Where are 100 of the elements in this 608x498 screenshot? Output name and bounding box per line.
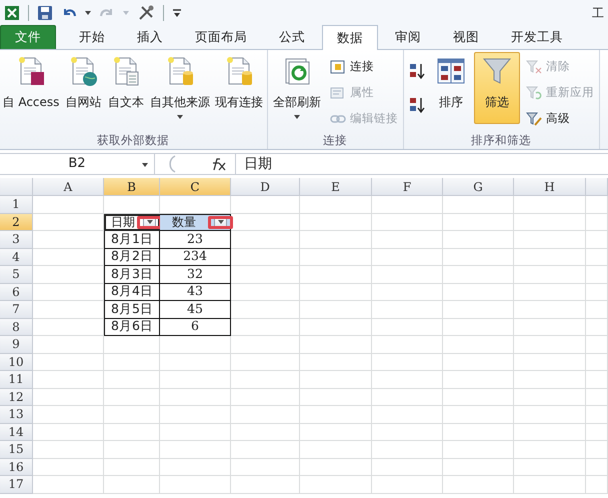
grid-cell[interactable] (300, 248, 372, 266)
grid-cell[interactable] (514, 388, 586, 406)
grid-cell[interactable] (586, 336, 608, 354)
grid-cell[interactable] (586, 458, 608, 476)
grid-cell[interactable] (231, 424, 300, 441)
grid-cell[interactable] (372, 284, 443, 301)
grid-cell[interactable] (33, 388, 104, 406)
grid-cell[interactable] (514, 336, 586, 354)
grid-cell[interactable] (300, 424, 372, 441)
grid-cell[interactable] (33, 406, 104, 424)
grid-cell[interactable] (300, 196, 372, 214)
ribbon-tab[interactable]: 视图 (438, 25, 494, 49)
grid-cell[interactable] (300, 318, 372, 336)
grid-cell[interactable] (104, 458, 160, 476)
ribbon-button[interactable]: 现有连接 (214, 52, 264, 124)
column-header[interactable]: E (300, 178, 372, 196)
row-header[interactable]: 8 (0, 318, 33, 336)
grid-cell[interactable] (33, 196, 104, 214)
grid-cell[interactable] (443, 301, 514, 318)
file-tab[interactable]: 文件 (0, 25, 56, 49)
row-header[interactable]: 17 (0, 476, 33, 494)
grid-cell[interactable] (372, 231, 443, 248)
row-header[interactable]: 11 (0, 371, 33, 388)
grid-cell[interactable] (160, 354, 231, 371)
ribbon-tab[interactable]: 公式 (264, 25, 320, 49)
column-header[interactable]: G (443, 178, 514, 196)
grid-cell[interactable] (160, 406, 231, 424)
grid-cell[interactable] (231, 336, 300, 354)
row-header[interactable]: 16 (0, 458, 33, 476)
grid-cell[interactable] (231, 458, 300, 476)
ribbon-tab[interactable]: 审阅 (380, 25, 436, 49)
grid-cell[interactable] (33, 231, 104, 248)
column-header[interactable]: B (104, 178, 160, 196)
row-header[interactable]: 1 (0, 196, 33, 214)
grid-cell[interactable] (586, 284, 608, 301)
grid-cell[interactable] (443, 336, 514, 354)
grid-cell[interactable] (586, 476, 608, 494)
grid-cell[interactable] (372, 458, 443, 476)
grid-cell[interactable] (586, 231, 608, 248)
grid-cell[interactable] (300, 266, 372, 284)
grid-cell[interactable] (300, 284, 372, 301)
ribbon-button[interactable]: 自 Access (2, 52, 60, 124)
grid-cell[interactable] (300, 301, 372, 318)
grid-cell[interactable] (514, 248, 586, 266)
grid-cell[interactable] (443, 318, 514, 336)
ribbon-button[interactable]: 筛选 (474, 52, 520, 124)
grid-cell[interactable] (514, 301, 586, 318)
caret-icon[interactable] (85, 11, 91, 15)
ribbon-button[interactable]: 高级 (524, 108, 596, 130)
grid-cell[interactable] (104, 441, 160, 458)
ribbon-button[interactable]: 连接 (328, 56, 400, 78)
ribbon-tab[interactable]: 页面布局 (180, 25, 262, 49)
grid-cell[interactable] (33, 458, 104, 476)
ribbon-tab[interactable]: 开始 (64, 25, 120, 49)
grid-cell[interactable] (231, 284, 300, 301)
grid-cell[interactable] (443, 458, 514, 476)
grid-cell[interactable] (514, 266, 586, 284)
grid-cell[interactable] (160, 476, 231, 494)
grid-cell[interactable] (586, 441, 608, 458)
grid-cell[interactable] (300, 336, 372, 354)
grid-cell[interactable] (443, 266, 514, 284)
grid-cell[interactable] (33, 266, 104, 284)
grid-cell[interactable] (586, 214, 608, 231)
grid-cell[interactable] (160, 336, 231, 354)
customize-caret-icon[interactable] (172, 7, 182, 19)
ribbon-button[interactable]: 自网站 (64, 52, 103, 124)
grid-cell[interactable] (33, 214, 104, 231)
grid-cell[interactable] (231, 441, 300, 458)
ribbon-button[interactable]: 全部刷新 (270, 52, 324, 124)
row-header[interactable]: 2 (0, 214, 33, 231)
grid-cell[interactable] (231, 231, 300, 248)
column-header[interactable]: D (231, 178, 300, 196)
grid-cell[interactable] (33, 301, 104, 318)
grid-cell[interactable] (443, 371, 514, 388)
column-header[interactable] (586, 178, 608, 196)
grid-cell[interactable] (33, 441, 104, 458)
grid-cell[interactable] (443, 441, 514, 458)
grid-cell[interactable] (586, 354, 608, 371)
grid-cell[interactable] (372, 354, 443, 371)
grid-cell[interactable] (33, 336, 104, 354)
grid-cell[interactable] (300, 388, 372, 406)
grid-cell[interactable] (514, 371, 586, 388)
grid-cell[interactable] (514, 284, 586, 301)
grid-cell[interactable] (514, 214, 586, 231)
grid-cell[interactable] (160, 371, 231, 388)
ribbon-tab[interactable]: 插入 (122, 25, 178, 49)
grid-cell[interactable] (231, 266, 300, 284)
grid-cell[interactable] (33, 476, 104, 494)
grid-cell[interactable] (231, 354, 300, 371)
grid-cell[interactable] (104, 424, 160, 441)
grid-cell[interactable] (104, 354, 160, 371)
row-header[interactable]: 6 (0, 284, 33, 301)
grid-cell[interactable] (33, 248, 104, 266)
grid-cell[interactable] (514, 318, 586, 336)
grid-cell[interactable] (300, 371, 372, 388)
grid-cell[interactable] (586, 196, 608, 214)
row-header[interactable]: 15 (0, 441, 33, 458)
grid-cell[interactable] (514, 196, 586, 214)
grid-cell[interactable] (104, 371, 160, 388)
grid-cell[interactable] (104, 336, 160, 354)
